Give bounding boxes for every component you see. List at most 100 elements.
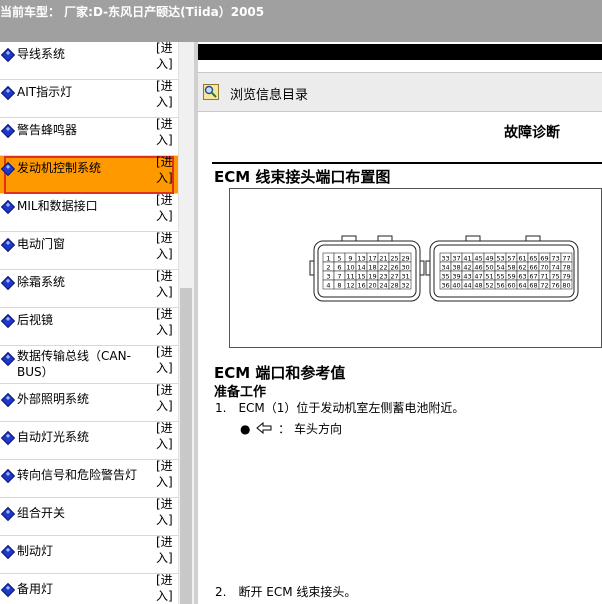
connector-pin-number: 7 xyxy=(337,273,341,281)
connector-pin-number: 39 xyxy=(452,273,460,281)
connector-pin-number: 11 xyxy=(346,273,354,281)
connector-pin-number: 43 xyxy=(463,273,471,281)
title-bar: 当前车型： 厂家:D-东风日产颐达(Tiida）2005 xyxy=(0,0,602,42)
diamond-bullet-icon xyxy=(0,237,16,253)
connector-pin-number: 25 xyxy=(390,255,398,263)
connector-pin-number: 78 xyxy=(562,264,570,272)
diamond-bullet-icon xyxy=(0,199,16,215)
sidebar-item-label: 除霜系统 xyxy=(17,275,66,289)
enter-link[interactable]: [进入] xyxy=(156,344,174,376)
sidebar-item-exterior-lighting[interactable]: 外部照明系统 [进入] xyxy=(0,382,178,422)
sidebar-item-auto-light[interactable]: 自动灯光系统 [进入] xyxy=(0,420,178,460)
connector-pin-number: 9 xyxy=(348,255,352,263)
browse-toolbar[interactable]: 浏览信息目录 xyxy=(198,72,602,112)
magnifier-document-icon[interactable] xyxy=(203,84,219,100)
sidebar-item-label: 后视镜 xyxy=(17,313,54,327)
connector-pin-number: 65 xyxy=(529,255,537,263)
enter-link[interactable]: [进入] xyxy=(156,534,174,566)
sidebar-item-brake-light[interactable]: 制动灯 [进入] xyxy=(0,534,178,574)
connector-pin-number: 3 xyxy=(326,273,330,281)
connector-pin-number: 55 xyxy=(496,273,504,281)
sidebar-item-mil-data-link[interactable]: MIL和数据接口 [进入] xyxy=(0,192,178,232)
sidebar-item-label: 备用灯 xyxy=(17,582,54,596)
diamond-bullet-icon xyxy=(0,85,16,101)
connector-pin-number: 64 xyxy=(518,282,526,290)
sidebar-scroll-thumb[interactable] xyxy=(180,288,192,604)
connector-pin-number: 59 xyxy=(507,273,515,281)
connector-pin-number: 58 xyxy=(507,264,515,272)
diamond-bullet-icon xyxy=(0,582,16,598)
connector-pin-number: 24 xyxy=(379,282,387,290)
connector-pin-number: 28 xyxy=(390,282,398,290)
enter-link[interactable]: [进入] xyxy=(156,420,174,452)
sidebar-item-label: 外部照明系统 xyxy=(17,392,90,406)
sidebar-item-backup-light[interactable]: 备用灯 [进入] xyxy=(0,572,178,604)
direction-note: ● ： 车头方向 xyxy=(240,420,342,437)
connector-pin-number: 70 xyxy=(540,264,548,272)
diamond-bullet-icon xyxy=(0,468,16,484)
connector-pin-number: 68 xyxy=(529,282,537,290)
connector-pin-number: 66 xyxy=(529,264,537,272)
connector-pin-number: 56 xyxy=(496,282,504,290)
connector-pin-number: 17 xyxy=(368,255,376,263)
enter-link[interactable]: [进入] xyxy=(156,496,174,528)
enter-link[interactable]: [进入] xyxy=(156,268,174,300)
connector-pin-number: 38 xyxy=(452,264,460,272)
enter-link[interactable]: [进入] xyxy=(156,572,174,604)
sidebar-item-label: AIT指示灯 xyxy=(17,85,73,99)
connector-pin-number: 10 xyxy=(346,264,354,272)
arrow-left-outline-icon xyxy=(256,421,272,435)
connector-pin-number: 50 xyxy=(485,264,493,272)
sidebar-item-warning-buzzer[interactable]: 警告蜂鸣器 [进入] xyxy=(0,116,178,156)
connector-pin-number: 14 xyxy=(357,264,365,272)
connector-pin-number: 54 xyxy=(496,264,504,272)
connector-pin-number: 30 xyxy=(401,264,409,272)
browse-catalog-label[interactable]: 浏览信息目录 xyxy=(230,84,308,103)
enter-link[interactable]: [进入] xyxy=(156,116,174,148)
sidebar-item-wiring[interactable]: 导线系统 [进入] xyxy=(0,42,178,80)
diamond-bullet-icon xyxy=(0,430,16,446)
enter-link[interactable]: [进入] xyxy=(156,192,174,224)
enter-link[interactable]: [进入] xyxy=(156,42,174,72)
sidebar-item-label: 电动门窗 xyxy=(17,237,66,251)
heading-rule xyxy=(212,162,602,164)
connector-pin-number: 31 xyxy=(401,273,409,281)
connector-pin-number: 19 xyxy=(368,273,376,281)
sidebar-item-label: 导线系统 xyxy=(17,47,66,61)
sidebar-item-combination-switch[interactable]: 组合开关 [进入] xyxy=(0,496,178,536)
connector-pin-number: 12 xyxy=(346,282,354,290)
sidebar-item-engine-control[interactable]: 发动机控制系统 [进入] xyxy=(0,154,178,194)
connector-pin-number: 44 xyxy=(463,282,471,290)
content-header-bar xyxy=(198,44,602,60)
sidebar-item-defrost[interactable]: 除霜系统 [进入] xyxy=(0,268,178,308)
connector-pin-number: 2 xyxy=(326,264,330,272)
connector-pin-number: 51 xyxy=(485,273,493,281)
sidebar-item-turn-hazard[interactable]: 转向信号和危险警告灯 [进入] xyxy=(0,458,178,498)
enter-link[interactable]: [进入] xyxy=(156,458,174,490)
enter-link[interactable]: [进入] xyxy=(156,382,174,414)
connector-pin-number: 67 xyxy=(529,273,537,281)
sidebar-item-mirrors[interactable]: 后视镜 [进入] xyxy=(0,306,178,346)
enter-link[interactable]: [进入] xyxy=(156,306,174,338)
enter-link[interactable]: [进入] xyxy=(156,78,174,110)
connector-pin-number: 57 xyxy=(507,255,515,263)
connector-pin-number: 40 xyxy=(452,282,460,290)
step-2-text: 2. 断开 ECM 线束接头。 xyxy=(215,585,357,599)
sidebar-item-power-windows[interactable]: 电动门窗 [进入] xyxy=(0,230,178,270)
enter-link[interactable]: [进入] xyxy=(156,154,174,186)
step-1-text: 1. ECM（1）位于发动机室左侧蓄电池附近。 xyxy=(215,401,465,415)
connector-pin-number: 62 xyxy=(518,264,526,272)
diamond-bullet-icon xyxy=(0,47,16,63)
connector-pin-number: 41 xyxy=(463,255,471,263)
content-pane: 浏览信息目录 故障诊断 ECM 线束接头端口布置图 1 5 9 13 17 21 25 29 2… xyxy=(198,42,602,604)
section-heading-connector-layout: ECM 线束接头端口布置图 xyxy=(214,168,391,186)
connector-pin-number: 75 xyxy=(551,273,559,281)
colon-label: ： xyxy=(278,422,291,436)
sidebar-item-ait-indicator[interactable]: AIT指示灯 [进入] xyxy=(0,78,178,118)
enter-link[interactable]: [进入] xyxy=(156,230,174,262)
connector-pin-number: 32 xyxy=(401,282,409,290)
diamond-bullet-icon xyxy=(0,544,16,560)
sidebar: 导线系统 [进入] AIT指示灯 [进入] 警告蜂鸣器 [进入] 发动机控制系统… xyxy=(0,42,178,604)
sidebar-item-can-bus[interactable]: 数据传输总线（CAN-BUS） [进入] xyxy=(0,344,178,384)
sidebar-item-label: MIL和数据接口 xyxy=(17,199,98,213)
